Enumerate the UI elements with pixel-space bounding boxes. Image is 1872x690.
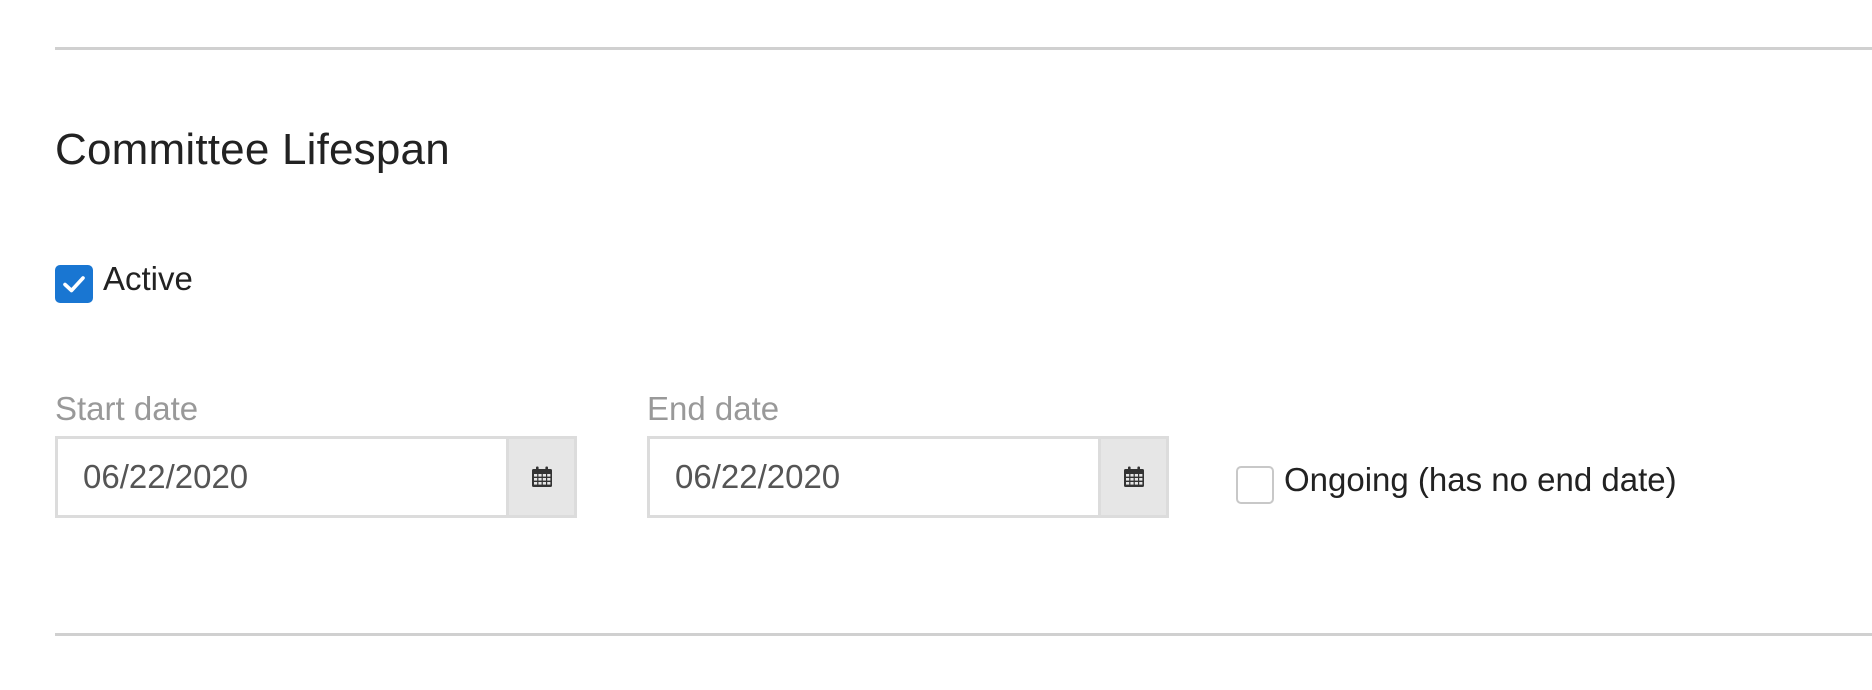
ongoing-checkbox[interactable]: [1236, 466, 1274, 504]
top-divider: [55, 47, 1872, 50]
bottom-divider: [55, 633, 1872, 636]
ongoing-checkbox-row[interactable]: Ongoing (has no end date): [1236, 461, 1677, 504]
ongoing-label[interactable]: Ongoing (has no end date): [1284, 461, 1677, 499]
start-date-field: Start date: [55, 390, 577, 518]
active-label[interactable]: Active: [103, 260, 193, 298]
end-date-label: End date: [647, 390, 780, 427]
start-date-input[interactable]: [55, 436, 506, 518]
committee-lifespan-form: Committee Lifespan Active Start date 06/…: [0, 0, 1872, 690]
start-date-label: Start date: [55, 390, 199, 427]
active-checkbox[interactable]: [55, 265, 93, 303]
start-date-group: [55, 436, 577, 518]
calendar-icon: [1123, 466, 1144, 487]
end-date-group: [647, 436, 1169, 518]
checkmark-icon: [63, 276, 85, 293]
end-date-calendar-button[interactable]: [1098, 436, 1169, 518]
start-date-calendar-button[interactable]: [506, 436, 577, 518]
end-date-field: End date: [647, 390, 1169, 518]
calendar-icon: [531, 466, 552, 487]
end-date-input[interactable]: [647, 436, 1098, 518]
section-title: Committee Lifespan: [55, 125, 450, 174]
active-checkbox-row[interactable]: Active: [55, 260, 193, 303]
